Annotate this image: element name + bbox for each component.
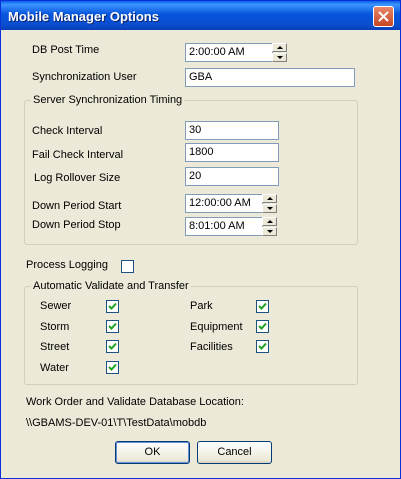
window-title: Mobile Manager Options: [8, 9, 159, 24]
spin-up-button[interactable]: [262, 194, 277, 203]
down-arrow-icon: [267, 207, 273, 210]
down-period-start-value: 12:00:00 AM: [189, 197, 251, 209]
title-bar[interactable]: Mobile Manager Options: [1, 1, 400, 30]
log-rollover-size-value: 20: [189, 170, 202, 182]
down-period-stop-value: 8:01:00 AM: [189, 220, 245, 232]
checkmark-icon: [108, 322, 117, 330]
close-button[interactable]: [373, 6, 394, 27]
sewer-label: Sewer: [40, 300, 72, 312]
checkmark-icon: [258, 322, 267, 330]
options-dialog: Mobile Manager Options DB Post Time 2:00…: [0, 0, 401, 479]
fail-check-interval-input[interactable]: 1800: [185, 143, 279, 162]
spin-down-button[interactable]: [262, 227, 277, 236]
down-period-stop-label: Down Period Stop: [32, 219, 121, 231]
down-period-start-spinner[interactable]: [262, 194, 277, 213]
db-post-time-spinner[interactable]: [272, 43, 287, 62]
process-logging-checkbox[interactable]: [121, 260, 134, 273]
check-interval-input[interactable]: 30: [185, 121, 279, 140]
sewer-checkbox[interactable]: [106, 300, 119, 313]
spin-down-button[interactable]: [262, 204, 277, 213]
up-arrow-icon: [267, 220, 273, 223]
down-period-stop-spinner[interactable]: [262, 217, 277, 236]
down-period-start-label: Down Period Start: [32, 200, 122, 212]
storm-label: Storm: [40, 321, 70, 333]
checkmark-icon: [258, 302, 267, 310]
db-post-time-label: DB Post Time: [32, 44, 100, 56]
server-sync-group-title: Server Synchronization Timing: [31, 94, 185, 106]
check-interval-value: 30: [189, 124, 202, 136]
sync-user-value: GBA: [189, 71, 213, 83]
checkmark-icon: [108, 363, 117, 371]
db-location-label: Work Order and Validate Database Locatio…: [26, 396, 244, 408]
facilities-label: Facilities: [190, 341, 233, 353]
log-rollover-size-input[interactable]: 20: [185, 167, 279, 186]
equipment-checkbox[interactable]: [256, 320, 269, 333]
checkmark-icon: [108, 342, 117, 350]
db-location-path: \\GBAMS-DEV-01\T\TestData\mobdb: [26, 417, 207, 429]
equipment-label: Equipment: [190, 321, 243, 333]
spin-down-button[interactable]: [272, 53, 287, 62]
db-post-time-input[interactable]: 2:00:00 AM: [185, 43, 273, 62]
park-checkbox[interactable]: [256, 300, 269, 313]
water-label: Water: [40, 362, 69, 374]
checkmark-icon: [258, 342, 267, 350]
down-arrow-icon: [267, 230, 273, 233]
auto-validate-group-title: Automatic Validate and Transfer: [31, 280, 191, 292]
cancel-button[interactable]: Cancel: [197, 441, 272, 464]
db-post-time-value: 2:00:00 AM: [189, 46, 245, 58]
spin-up-button[interactable]: [272, 43, 287, 52]
fail-check-interval-value: 1800: [189, 146, 214, 158]
street-checkbox[interactable]: [106, 340, 119, 353]
fail-check-interval-label: Fail Check Interval: [32, 149, 124, 161]
sync-user-label: Synchronization User: [32, 71, 137, 83]
up-arrow-icon: [267, 197, 273, 200]
storm-checkbox[interactable]: [106, 320, 119, 333]
water-checkbox[interactable]: [106, 361, 119, 374]
log-rollover-size-label: Log Rollover Size: [34, 172, 121, 184]
checkmark-icon: [108, 302, 117, 310]
down-period-start-input[interactable]: 12:00:00 AM: [185, 194, 263, 213]
spin-up-button[interactable]: [262, 217, 277, 226]
check-interval-label: Check Interval: [32, 125, 103, 137]
ok-button[interactable]: OK: [115, 441, 190, 464]
sync-user-input[interactable]: GBA: [185, 68, 355, 87]
street-label: Street: [40, 341, 70, 353]
up-arrow-icon: [277, 46, 283, 49]
park-label: Park: [190, 300, 213, 312]
process-logging-label: Process Logging: [26, 259, 108, 271]
down-arrow-icon: [277, 56, 283, 59]
down-period-stop-input[interactable]: 8:01:00 AM: [185, 217, 263, 236]
facilities-checkbox[interactable]: [256, 340, 269, 353]
